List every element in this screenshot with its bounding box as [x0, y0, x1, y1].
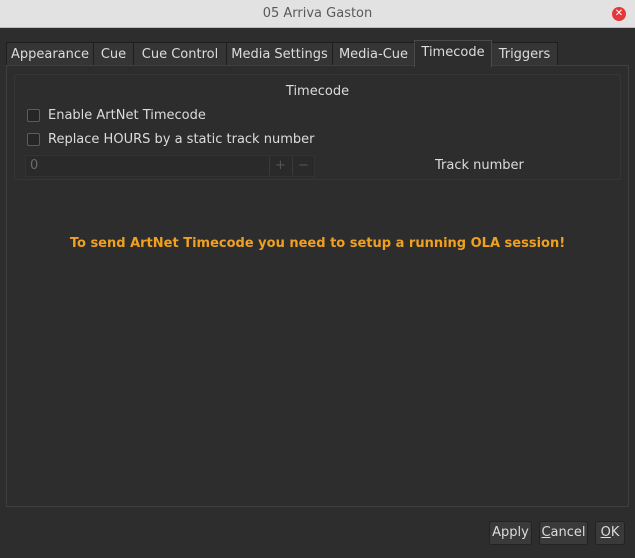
title-bar: 05 Arriva Gaston ✕	[0, 0, 635, 28]
tab-timecode[interactable]: Timecode	[414, 40, 492, 67]
increment-icon[interactable]: +	[269, 157, 291, 175]
tab-triggers[interactable]: Triggers	[491, 42, 558, 66]
dialog-window: 05 Arriva Gaston ✕ Appearance Cue Cue Co…	[0, 0, 635, 558]
tab-appearance[interactable]: Appearance	[6, 42, 94, 66]
group-title: Timecode	[285, 84, 350, 99]
enable-artnet-row[interactable]: Enable ArtNet Timecode	[27, 107, 206, 123]
replace-hours-label: Replace HOURS by a static track number	[48, 131, 315, 147]
replace-hours-row[interactable]: Replace HOURS by a static track number	[27, 131, 314, 147]
track-number-spinbox[interactable]: 0 + −	[25, 155, 315, 177]
tab-media-cue[interactable]: Media-Cue	[332, 42, 415, 66]
ola-warning-text: To send ArtNet Timecode you need to setu…	[69, 236, 566, 251]
enable-artnet-checkbox[interactable]	[27, 108, 40, 122]
decrement-icon[interactable]: −	[292, 157, 314, 175]
tab-cue-control[interactable]: Cue Control	[133, 42, 227, 66]
tab-cue[interactable]: Cue	[93, 42, 134, 66]
apply-button[interactable]: Apply	[489, 521, 532, 545]
replace-hours-checkbox[interactable]	[27, 132, 40, 146]
tab-media-settings[interactable]: Media Settings	[226, 42, 333, 66]
track-number-value[interactable]: 0	[30, 158, 38, 173]
timecode-group: Timecode Enable ArtNet Timecode Replace …	[14, 74, 621, 180]
timecode-panel: Timecode Enable ArtNet Timecode Replace …	[6, 65, 629, 507]
cancel-button[interactable]: Cancel	[539, 521, 588, 545]
track-number-label: Track number	[435, 158, 524, 173]
ok-button[interactable]: OK	[595, 521, 625, 545]
enable-artnet-label: Enable ArtNet Timecode	[48, 107, 206, 123]
window-title: 05 Arriva Gaston	[262, 6, 373, 21]
close-icon[interactable]: ✕	[612, 7, 626, 21]
